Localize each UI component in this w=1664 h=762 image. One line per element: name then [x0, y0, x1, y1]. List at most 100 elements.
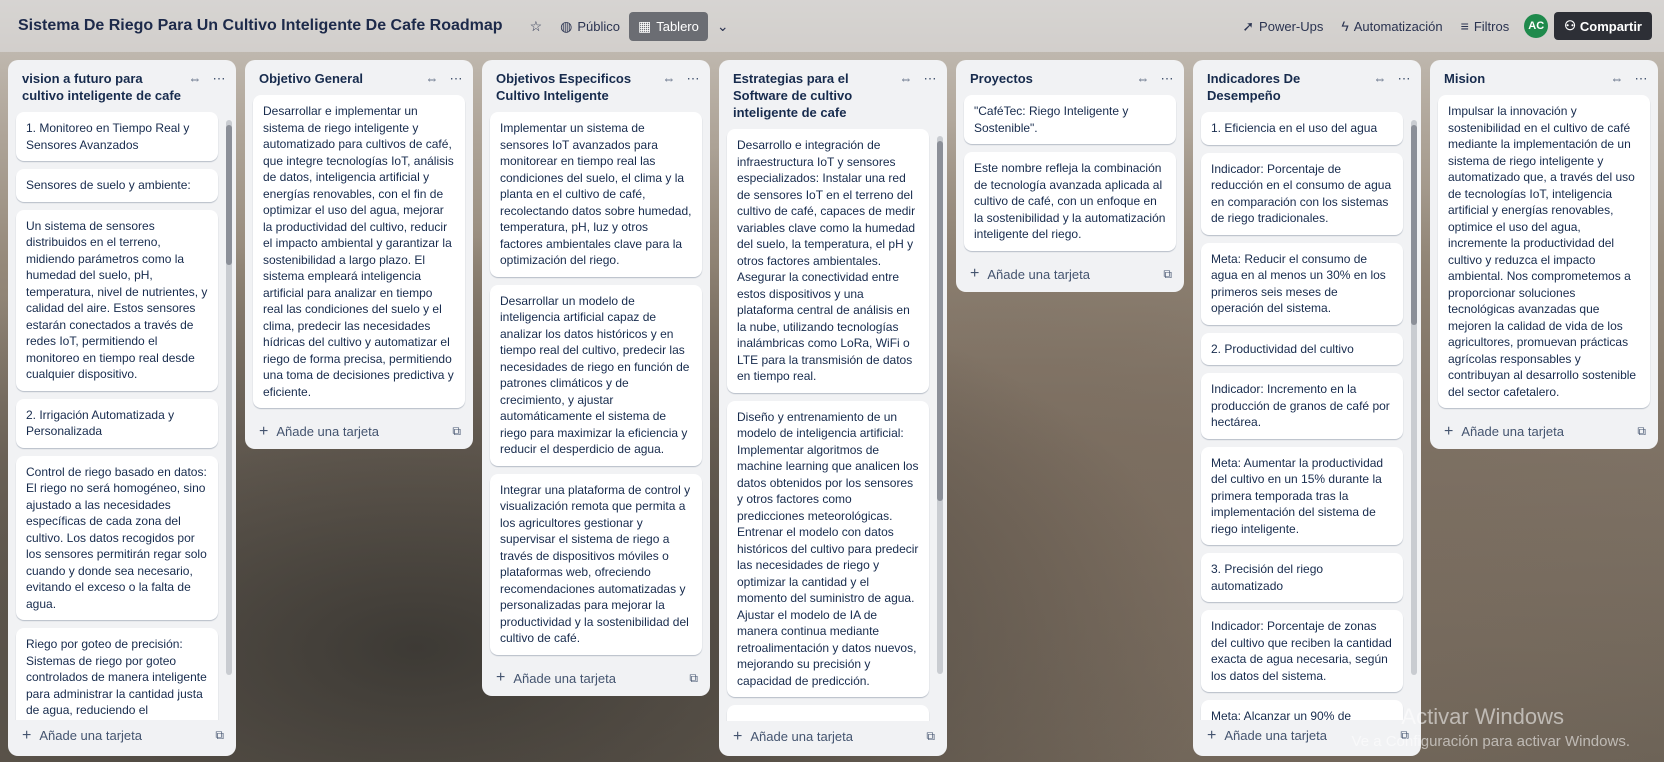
add-card-button[interactable]: + Añade una tarjeta ⧉: [245, 416, 473, 449]
automation-label: Automatización: [1353, 18, 1443, 34]
plus-icon: +: [1207, 726, 1217, 744]
add-card-button[interactable]: + Añade una tarjeta ⧉: [719, 721, 947, 754]
template-icon[interactable]: ⧉: [452, 424, 461, 439]
star-button[interactable]: ☆: [521, 12, 552, 41]
powerups-button[interactable]: ➚ Power-Ups: [1233, 12, 1332, 41]
list-header: Objetivos Especificos Cultivo Inteligent…: [482, 60, 710, 110]
card[interactable]: 2. Irrigación Automatizada y Personaliza…: [16, 398, 218, 448]
card-container: Implementar un sistema de sensores IoT a…: [482, 110, 710, 663]
more-icon[interactable]: ⋯: [447, 71, 465, 87]
template-icon[interactable]: ⧉: [689, 671, 698, 686]
board-title[interactable]: Sistema De Riego Para Un Cultivo Intelig…: [18, 17, 503, 35]
card-container: Impulsar la innovación y sostenibilidad …: [1430, 93, 1658, 416]
collapse-icon[interactable]: ⇔: [186, 71, 204, 87]
card[interactable]: Sensores de suelo y ambiente:: [16, 169, 218, 202]
plus-icon: +: [970, 265, 980, 282]
plus-icon: +: [1444, 422, 1454, 440]
automation-button[interactable]: ϟ Automatización: [1332, 12, 1451, 40]
card[interactable]: Integrar una plataforma de control y vis…: [490, 473, 702, 655]
template-icon[interactable]: ⧉: [215, 728, 224, 743]
card[interactable]: Este nombre refleja la combinación de te…: [964, 152, 1176, 251]
card[interactable]: Un sistema de sensores distribuidos en e…: [16, 209, 218, 391]
add-card-label: Añade una tarjeta: [1461, 424, 1564, 439]
list-header: Indicadores De Desempeño ⇔ ⋯: [1193, 60, 1421, 110]
add-card-button[interactable]: + Añade una tarjeta ⧉: [482, 663, 710, 696]
list-scrollbar[interactable]: [937, 136, 943, 674]
list-header: Mision ⇔ ⋯: [1430, 60, 1658, 93]
card[interactable]: Riego por goteo de precisión: Sistemas d…: [16, 628, 218, 720]
list-title[interactable]: Mision: [1444, 70, 1608, 87]
visibility-button[interactable]: ◍ Público: [551, 12, 629, 41]
star-icon: ☆: [529, 17, 543, 34]
card-container: 1. Eficiencia en el uso del agua Indicad…: [1193, 110, 1421, 720]
card[interactable]: 2. Productividad del cultivo: [1201, 332, 1403, 365]
view-label: Tablero: [656, 18, 699, 34]
list-vision: vision a futuro para cultivo inteligente…: [8, 60, 236, 756]
card[interactable]: Indicador: Incremento en la producción d…: [1201, 373, 1403, 439]
card[interactable]: [727, 705, 929, 721]
card[interactable]: Meta: Aumentar la productividad del cult…: [1201, 446, 1403, 545]
card[interactable]: 1. Eficiencia en el uso del agua: [1201, 112, 1403, 145]
card[interactable]: Indicador: Porcentaje de zonas del culti…: [1201, 610, 1403, 692]
add-card-button[interactable]: + Añade una tarjeta ⧉: [8, 720, 236, 753]
view-switcher-button[interactable]: ⌄: [708, 12, 738, 41]
list-header: Proyectos ⇔ ⋯: [956, 60, 1184, 93]
collapse-icon[interactable]: ⇔: [897, 71, 915, 87]
collapse-icon[interactable]: ⇔: [423, 71, 441, 87]
more-icon[interactable]: ⋯: [684, 71, 702, 87]
collapse-icon[interactable]: ⇔: [660, 71, 678, 87]
card[interactable]: Implementar un sistema de sensores IoT a…: [490, 112, 702, 277]
chevron-down-icon: ⌄: [716, 17, 729, 34]
lightning-icon: ϟ: [1341, 18, 1349, 34]
more-icon[interactable]: ⋯: [210, 71, 228, 87]
list-title[interactable]: Objetivo General: [259, 70, 423, 87]
card[interactable]: Control de riego basado en datos: El rie…: [16, 455, 218, 620]
add-card-button[interactable]: + Añade una tarjeta ⧉: [1430, 416, 1658, 449]
add-card-button[interactable]: + Añade una tarjeta ⧉: [956, 259, 1184, 292]
card[interactable]: Desarrollar e implementar un sistema de …: [253, 95, 465, 408]
view-board-button[interactable]: ▦ Tablero: [628, 11, 708, 41]
list-scrollbar[interactable]: [226, 120, 232, 675]
list-title[interactable]: Estrategias para el Software de cultivo …: [733, 70, 897, 121]
card[interactable]: Meta: Reducir el consumo de agua en al m…: [1201, 242, 1403, 325]
list-objetivo-general: Objetivo General ⇔ ⋯ Desarrollar e implem…: [245, 60, 473, 449]
board-lists: vision a futuro para cultivo inteligente…: [8, 60, 1658, 756]
list-estrategias: Estrategias para el Software de cultivo …: [719, 60, 947, 756]
card[interactable]: 3. Precisión del riego automatizado: [1201, 553, 1403, 602]
avatar[interactable]: AC: [1524, 14, 1549, 38]
collapse-icon[interactable]: ⇔: [1134, 71, 1152, 87]
template-icon[interactable]: ⧉: [926, 729, 935, 744]
template-icon[interactable]: ⧉: [1637, 424, 1646, 439]
list-scrollbar[interactable]: [1411, 120, 1417, 675]
scrollbar-thumb[interactable]: [1411, 125, 1417, 325]
list-title[interactable]: Indicadores De Desempeño: [1207, 70, 1371, 104]
list-title[interactable]: Proyectos: [970, 70, 1134, 87]
plus-icon: +: [496, 669, 506, 686]
board-icon: ▦: [637, 17, 652, 34]
share-button[interactable]: ⚇ Compartir: [1554, 12, 1652, 40]
collapse-icon[interactable]: ⇔: [1608, 71, 1626, 87]
card[interactable]: Impulsar la innovación y sostenibilidad …: [1438, 95, 1650, 408]
plus-icon: +: [259, 422, 269, 440]
more-icon[interactable]: ⋯: [1395, 71, 1413, 87]
scrollbar-thumb[interactable]: [226, 125, 232, 265]
card[interactable]: Meta: Alcanzar un 90% de precisión en el…: [1201, 700, 1403, 720]
filters-button[interactable]: ≡ Filtros: [1452, 12, 1519, 40]
scrollbar-thumb[interactable]: [937, 141, 943, 501]
card[interactable]: Diseño y entrenamiento de un modelo de i…: [727, 400, 929, 697]
windows-activation-subtitle: Ve a Configuración para activar Windows.: [1351, 733, 1630, 750]
card[interactable]: 1. Monitoreo en Tiempo Real y Sensores A…: [16, 112, 218, 161]
card-container: Desarrollo e integración de infraestruct…: [719, 127, 947, 721]
more-icon[interactable]: ⋯: [1632, 71, 1650, 87]
card[interactable]: Desarrollo e integración de infraestruct…: [727, 129, 929, 393]
card[interactable]: "CaféTec: Riego Inteligente y Sostenible…: [964, 95, 1176, 144]
list-title[interactable]: Objetivos Especificos Cultivo Inteligent…: [496, 70, 660, 104]
list-header: Objetivo General ⇔ ⋯: [245, 60, 473, 93]
collapse-icon[interactable]: ⇔: [1371, 71, 1389, 87]
list-title[interactable]: vision a futuro para cultivo inteligente…: [22, 70, 186, 104]
more-icon[interactable]: ⋯: [1158, 71, 1176, 87]
template-icon[interactable]: ⧉: [1163, 267, 1172, 282]
card[interactable]: Desarrollar un modelo de inteligencia ar…: [490, 284, 702, 466]
more-icon[interactable]: ⋯: [921, 71, 939, 87]
card[interactable]: Indicador: Porcentaje de reducción en el…: [1201, 152, 1403, 235]
